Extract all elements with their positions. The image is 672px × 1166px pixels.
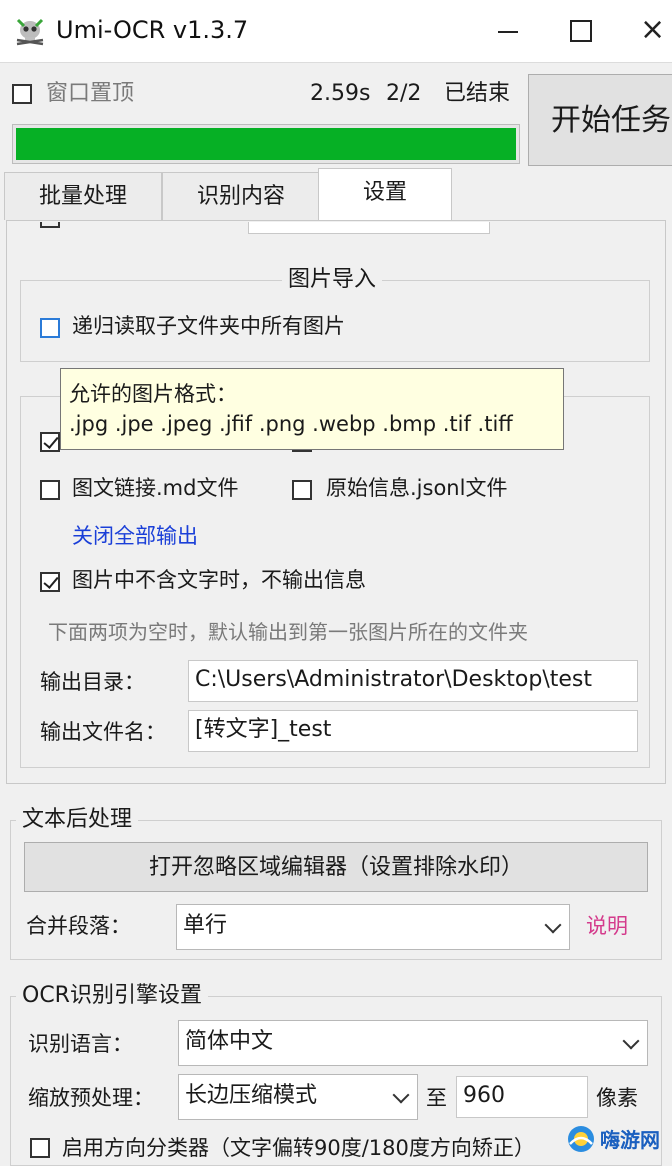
language-select[interactable]: 简体中文	[178, 1020, 648, 1066]
tab-results[interactable]: 识别内容	[162, 172, 320, 220]
output-dir-input[interactable]: C:\Users\Administrator\Desktop\test	[188, 660, 638, 702]
site-watermark: 嗨游网	[566, 1120, 672, 1160]
elapsed-time: 2.59s	[310, 81, 371, 106]
post-process-title: 文本后处理	[16, 806, 139, 834]
app-logo-icon	[16, 18, 44, 46]
chevron-down-icon	[392, 1086, 410, 1104]
maximize-icon[interactable]	[560, 14, 600, 48]
recursive-label: 递归读取子文件夹中所有图片	[72, 314, 345, 338]
merge-paragraph-select[interactable]: 单行	[176, 904, 570, 950]
md-output-checkbox[interactable]	[40, 480, 60, 500]
start-task-button[interactable]: 开始任务	[528, 74, 672, 166]
merge-help-link[interactable]: 说明	[586, 912, 628, 940]
pin-window-label: 窗口置顶	[46, 81, 135, 106]
minimize-icon[interactable]	[488, 14, 528, 48]
direction-classifier-label: 启用方向分类器（文字偏转90度/180度方向矫正）	[62, 1136, 535, 1160]
scale-label: 缩放预处理：	[28, 1086, 154, 1110]
scale-size-input[interactable]: 960	[456, 1076, 588, 1118]
hidden-row-checkbox[interactable]	[40, 222, 60, 228]
hidden-row-field[interactable]	[248, 222, 490, 234]
ocr-engine-title: OCR识别引擎设置	[16, 982, 208, 1010]
output-name-label: 输出文件名：	[40, 720, 166, 744]
tooltip-line-1: 允许的图片格式：	[69, 382, 237, 406]
close-icon[interactable]: ×	[640, 14, 672, 48]
output-hint: 下面两项为空时，默认输出到第一张图片所在的文件夹	[48, 620, 528, 644]
language-label: 识别语言：	[28, 1032, 133, 1056]
scale-unit-label: 像素	[596, 1086, 638, 1110]
merge-paragraph-label: 合并段落：	[26, 914, 131, 938]
watermark-text: 嗨游网	[600, 1128, 660, 1152]
watermark-logo-icon	[568, 1126, 594, 1152]
tab-batch[interactable]: 批量处理	[4, 172, 162, 220]
status-text: 已结束	[444, 81, 511, 106]
image-import-title: 图片导入	[282, 266, 383, 294]
ignore-area-editor-button[interactable]: 打开忽略区域编辑器（设置排除水印）	[24, 842, 648, 892]
tooltip-line-2: .jpg .jpe .jpeg .jfif .png .webp .bmp .t…	[69, 412, 513, 436]
scale-mode-value: 长边压缩模式	[185, 1083, 318, 1108]
output-dir-label: 输出目录：	[40, 670, 145, 694]
md-output-label: 图文链接.md文件	[72, 476, 239, 500]
language-value: 简体中文	[185, 1029, 274, 1054]
scale-mode-select[interactable]: 长边压缩模式	[178, 1074, 418, 1120]
direction-classifier-checkbox[interactable]	[30, 1138, 50, 1158]
title-bar: Umi-OCR v1.3.7 ×	[0, 0, 672, 63]
output-txt-checkbox[interactable]	[40, 432, 60, 452]
progress-count: 2/2	[386, 81, 422, 106]
window-title: Umi-OCR v1.3.7	[56, 16, 249, 44]
direction-classifier-clip: 启用方向分类器（文字偏转90度/180度方向矫正）	[62, 1134, 582, 1162]
scale-to-label: 至	[426, 1086, 447, 1110]
chevron-down-icon	[544, 916, 562, 934]
chevron-down-icon	[622, 1032, 640, 1050]
output-name-input[interactable]: [转文字]_test	[188, 710, 638, 752]
skip-empty-checkbox[interactable]	[40, 572, 60, 592]
skip-empty-label: 图片中不含文字时，不输出信息	[72, 568, 366, 592]
image-format-tooltip: 允许的图片格式： .jpg .jpe .jpeg .jfif .png .web…	[60, 368, 564, 450]
recursive-checkbox[interactable]	[40, 318, 60, 338]
jsonl-output-checkbox[interactable]	[292, 480, 312, 500]
close-all-output-link[interactable]: 关闭全部输出	[72, 522, 198, 550]
jsonl-output-label: 原始信息.jsonl文件	[326, 476, 508, 500]
tab-settings[interactable]: 设置	[318, 168, 452, 222]
merge-paragraph-value: 单行	[183, 913, 228, 938]
progress-bar	[12, 124, 520, 164]
pin-window-checkbox[interactable]	[12, 84, 32, 104]
progress-fill	[16, 128, 516, 160]
